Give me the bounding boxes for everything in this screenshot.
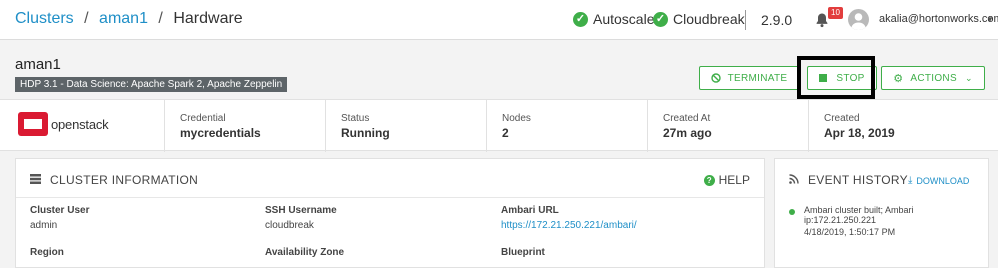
cloudbreak-status[interactable]: ✓ Cloudbreak xyxy=(653,11,745,27)
event-history-panel: EVENT HISTORY ⤓ DOWNLOAD Ambari cluster … xyxy=(774,158,989,268)
cluster-info-strip: openstack Credential mycredentials Statu… xyxy=(0,99,998,152)
highlight-box xyxy=(797,56,875,99)
status-value: Running xyxy=(341,126,390,140)
stack-tag: HDP 3.1 - Data Science: Apache Spark 2, … xyxy=(15,77,288,92)
cluster-name: aman1 xyxy=(15,56,61,73)
created-value: Apr 18, 2019 xyxy=(824,126,895,140)
actions-label: ACTIONS xyxy=(910,72,957,84)
help-label: HELP xyxy=(718,173,750,187)
created-cell: Created Apr 18, 2019 xyxy=(809,100,998,152)
openstack-wordmark: openstack xyxy=(51,116,109,132)
breadcrumb-clusters-link[interactable]: Clusters xyxy=(15,10,74,27)
event-status-dot xyxy=(789,209,795,215)
breadcrumb: Clusters / aman1 / Hardware xyxy=(15,10,243,28)
status-label: Status xyxy=(341,113,370,124)
credential-cell: Credential mycredentials xyxy=(165,100,326,152)
autoscale-label: Autoscale xyxy=(593,11,655,27)
chevron-down-icon[interactable]: ▼ xyxy=(986,15,994,24)
download-icon: ⤓ xyxy=(908,175,913,186)
created-at-value: 27m ago xyxy=(663,126,712,140)
top-nav-bar: Clusters / aman1 / Hardware ✓ Autoscale … xyxy=(0,0,998,40)
server-icon xyxy=(30,174,41,184)
nodes-cell: Nodes 2 xyxy=(487,100,648,152)
credential-value: mycredentials xyxy=(180,126,261,140)
cluster-information-panel: CLUSTER INFORMATION ? HELP Cluster User … xyxy=(15,158,765,268)
divider xyxy=(16,197,764,198)
panel-title: EVENT HISTORY xyxy=(808,173,908,187)
breadcrumb-separator: / xyxy=(158,10,163,27)
openstack-icon xyxy=(18,112,48,136)
cloudbreak-label: Cloudbreak xyxy=(673,11,745,27)
cluster-user-label: Cluster User xyxy=(30,205,90,216)
gear-icon: ⚙ xyxy=(893,72,904,85)
notification-count-badge: 10 xyxy=(828,7,843,19)
nodes-label: Nodes xyxy=(502,113,531,124)
rss-icon xyxy=(789,174,799,184)
cluster-user-value: admin xyxy=(30,220,58,231)
breadcrumb-separator: / xyxy=(84,10,89,27)
check-circle-icon: ✓ xyxy=(653,11,668,27)
terminate-button[interactable]: TERMINATE xyxy=(699,66,799,90)
help-link[interactable]: ? HELP xyxy=(703,173,750,187)
version-label: 2.9.0 xyxy=(761,12,793,28)
panel-title: CLUSTER INFORMATION xyxy=(50,173,199,187)
provider-cell: openstack xyxy=(0,100,165,152)
download-label: DOWNLOAD xyxy=(916,175,970,186)
nodes-value: 2 xyxy=(502,126,509,140)
created-at-label: Created At xyxy=(663,113,711,124)
avatar[interactable] xyxy=(848,9,869,30)
user-menu[interactable]: akalia@hortonworks.com xyxy=(879,13,998,25)
ban-icon xyxy=(710,73,721,83)
terminate-label: TERMINATE xyxy=(727,72,788,84)
breadcrumb-current: Hardware xyxy=(173,10,243,27)
event-time: 4/18/2019, 1:50:17 PM xyxy=(804,227,896,237)
chevron-down-icon: ⌄ xyxy=(964,72,973,83)
event-text: Ambari cluster built; Ambari ip:172.21.2… xyxy=(804,205,914,225)
check-circle-icon: ✓ xyxy=(573,11,588,27)
divider xyxy=(745,10,746,30)
credential-label: Credential xyxy=(180,113,226,124)
openstack-logo: openstack xyxy=(17,111,109,137)
breadcrumb-cluster-link[interactable]: aman1 xyxy=(99,10,148,27)
actions-dropdown[interactable]: ⚙ ACTIONS ⌄ xyxy=(881,66,985,90)
ambari-url-label: Ambari URL xyxy=(501,205,559,216)
question-circle-icon: ? xyxy=(703,174,715,186)
created-label: Created xyxy=(824,113,860,124)
ssh-username-value: cloudbreak xyxy=(265,220,314,231)
created-at-cell: Created At 27m ago xyxy=(648,100,809,152)
download-link[interactable]: ⤓ DOWNLOAD xyxy=(908,175,969,186)
autoscale-status[interactable]: ✓ Autoscale xyxy=(573,11,654,27)
ambari-url-link[interactable]: https://172.21.250.221/ambari/ xyxy=(501,220,637,231)
status-cell: Status Running xyxy=(326,100,487,152)
ssh-username-label: SSH Username xyxy=(265,205,337,216)
